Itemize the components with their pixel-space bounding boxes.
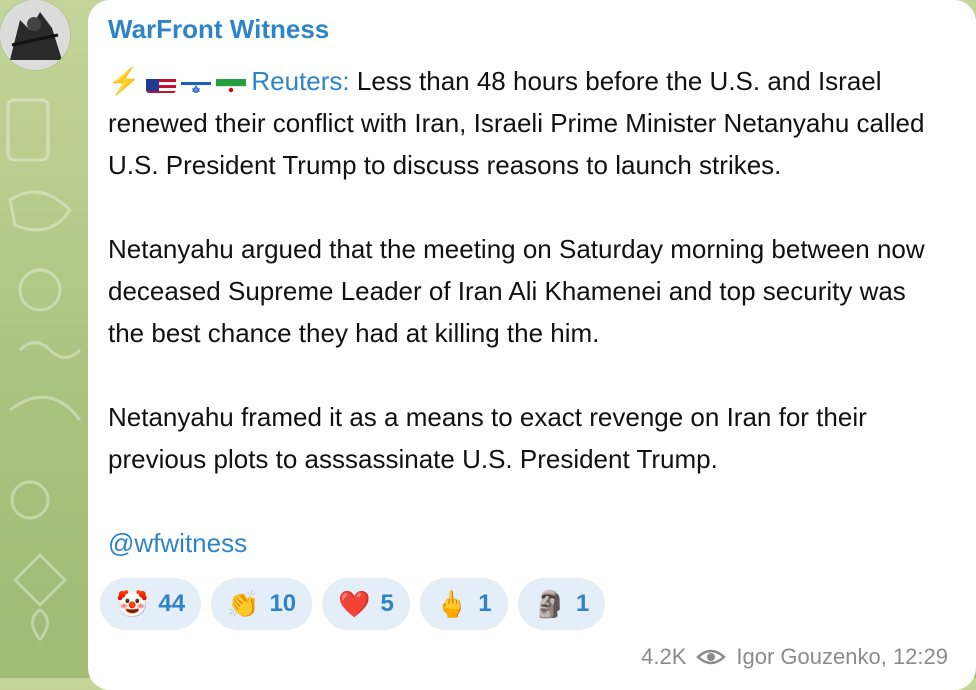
channel-handle-link[interactable]: @wfwitness (108, 522, 938, 564)
middle-finger-icon: 🖕 (435, 589, 469, 619)
author-and-time: Igor Gouzenko, 12:29 (736, 644, 948, 669)
moai-icon: 🗿 (533, 589, 566, 619)
reaction-count: 1 (576, 590, 590, 617)
reaction-clap[interactable]: 👏 10 (211, 578, 313, 630)
reaction-moai[interactable]: 🗿 1 (517, 578, 606, 630)
lightning-icon: ⚡ (108, 66, 141, 96)
clapping-hands-icon: 👏 (227, 589, 260, 619)
iran-flag-icon (216, 71, 247, 93)
source-link[interactable]: Reuters: (251, 66, 349, 96)
message-bubble: WarFront Witness ⚡ Reuters: Less than 48 … (88, 0, 976, 690)
message-footer: 4.2K Igor Gouzenko, 12:29 (641, 644, 948, 670)
view-count: 4.2K (641, 644, 687, 669)
reaction-middle-finger[interactable]: 🖕 1 (419, 578, 508, 630)
reaction-count: 1 (478, 590, 492, 617)
eye-icon (696, 649, 727, 665)
channel-avatar[interactable] (0, 0, 70, 70)
wallpaper-pattern (6, 98, 82, 641)
clown-face-icon: 🤡 (116, 589, 149, 619)
israel-flag-icon (181, 71, 212, 93)
message-paragraph-3: Netanyahu framed it as a means to exact … (108, 402, 867, 474)
red-heart-icon: ❤️ (338, 589, 371, 619)
reaction-count: 10 (269, 590, 297, 617)
reaction-count: 5 (380, 590, 394, 617)
soldier-avatar-icon (0, 0, 70, 70)
channel-name[interactable]: WarFront Witness (108, 14, 329, 45)
message-paragraph-1: ⚡ Reuters: Less than 48 hours before the … (108, 60, 938, 186)
reactions-bar: 🤡 44 👏 10 ❤️ 5 🖕 1 🗿 1 (100, 578, 606, 630)
message-text: ⚡ Reuters: Less than 48 hours before the … (108, 60, 938, 564)
reaction-clown[interactable]: 🤡 44 (100, 578, 202, 630)
message-paragraph-2: Netanyahu argued that the meeting on Sat… (108, 234, 925, 348)
reaction-heart[interactable]: ❤️ 5 (322, 578, 410, 630)
reaction-count: 44 (158, 590, 186, 617)
us-flag-icon (146, 71, 177, 93)
